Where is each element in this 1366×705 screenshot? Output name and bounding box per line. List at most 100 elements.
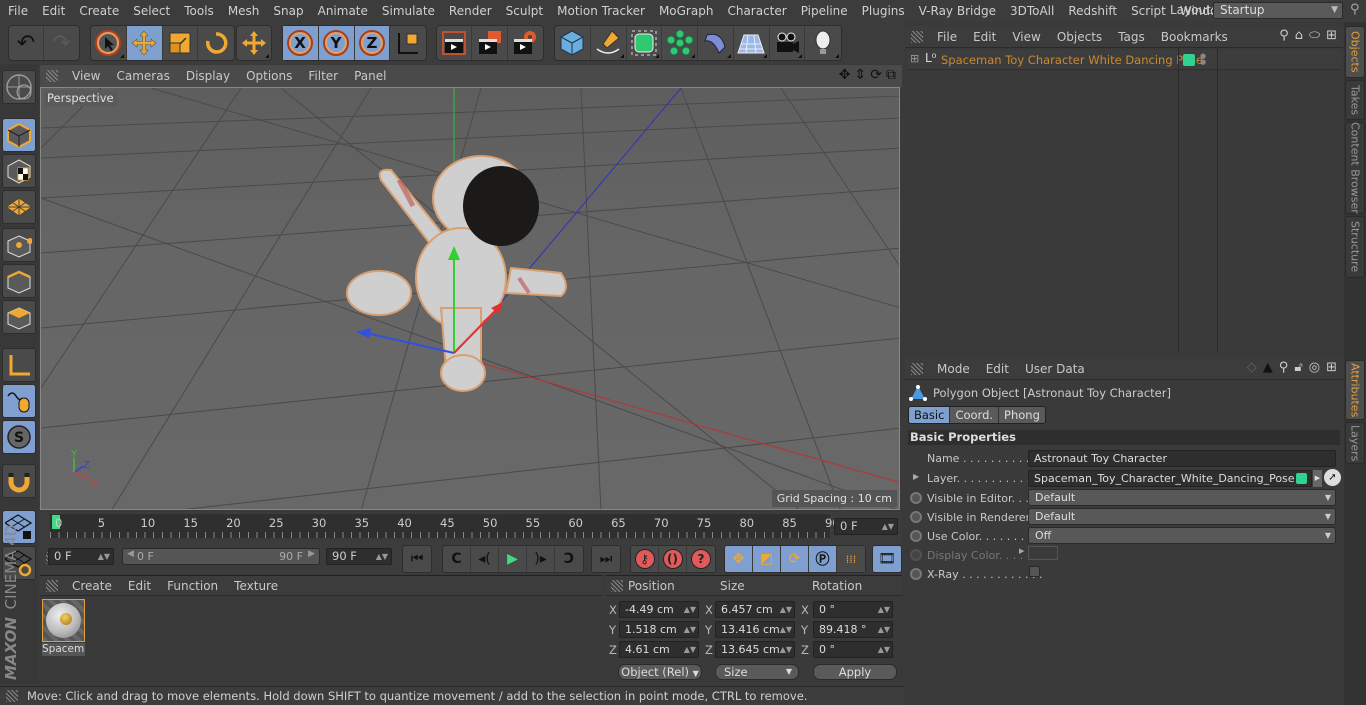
animate-radio-icon[interactable]	[910, 511, 922, 523]
undo-button[interactable]: ↶	[9, 26, 45, 60]
points-mode-button[interactable]	[2, 228, 36, 262]
attribute-menu-user-data[interactable]: User Data	[1017, 362, 1093, 376]
rotate-tool-button[interactable]	[198, 26, 234, 60]
up-arrow-icon[interactable]: ▲	[1263, 360, 1273, 375]
use-color-select[interactable]: Off ▼	[1028, 527, 1336, 544]
texture-mode-button[interactable]	[2, 154, 36, 188]
layer-menu-arrow-icon[interactable]: ▶	[1313, 470, 1322, 487]
back-nav-icon[interactable]: ◇	[1247, 360, 1257, 375]
size-x-field[interactable]: 6.457 cm ▲▼	[715, 601, 795, 618]
snapping-button[interactable]: S	[2, 420, 36, 454]
material-name[interactable]: Spaceman	[42, 643, 85, 656]
panel-grip-icon[interactable]	[611, 580, 623, 592]
menu-simulate[interactable]: Simulate	[375, 4, 442, 18]
frame-range-slider[interactable]: ◀ 0 F 90 F ▶	[122, 548, 320, 565]
spinner-icon[interactable]: ▲▼	[376, 549, 388, 564]
column-divider[interactable]	[1217, 48, 1218, 352]
3d-viewport[interactable]: Y Z X Perspective Grid Spacing : 10 cm	[40, 87, 900, 510]
tab-coord[interactable]: Coord.	[950, 407, 1000, 423]
menu-create[interactable]: Create	[72, 4, 126, 18]
pen-button[interactable]	[591, 26, 627, 60]
render-view-button[interactable]	[437, 26, 473, 60]
object-menu-objects[interactable]: Objects	[1049, 30, 1110, 44]
range-right-arrow-icon[interactable]: ▶	[308, 549, 315, 559]
menu-mesh[interactable]: Mesh	[221, 4, 267, 18]
spinner-icon[interactable]: ▲▼	[684, 622, 696, 637]
material-menu-function[interactable]: Function	[159, 579, 226, 593]
menu-sculpt[interactable]: Sculpt	[499, 4, 550, 18]
size-mode-select[interactable]: Size ▼	[715, 664, 799, 680]
menu-animate[interactable]: Animate	[311, 4, 375, 18]
prev-keyframe-button[interactable]: C	[443, 546, 471, 572]
animate-radio-icon[interactable]	[910, 492, 922, 504]
cube-button[interactable]	[555, 26, 591, 60]
new-window-icon[interactable]: ⊞	[1326, 28, 1337, 43]
material-menu-edit[interactable]: Edit	[120, 579, 159, 593]
menu-script[interactable]: Script	[1124, 4, 1173, 18]
search-icon[interactable]: ⚲	[1279, 360, 1289, 375]
layout-select[interactable]: Startup ▼	[1213, 2, 1343, 19]
visibility-dots-icon[interactable]: ● ●	[1200, 53, 1206, 66]
rotation-x-field[interactable]: 0 ° ▲▼	[813, 601, 893, 618]
magnet-button[interactable]	[2, 464, 36, 498]
position-y-field[interactable]: 1.518 cm ▲▼	[619, 621, 699, 638]
expand-arrow-icon[interactable]: ▶	[913, 472, 919, 481]
panel-grip-icon[interactable]	[911, 362, 923, 375]
make-editable-button[interactable]	[2, 70, 36, 104]
timeline-window-button[interactable]: 🎞	[873, 546, 901, 572]
name-input[interactable]: Astronaut Toy Character	[1028, 450, 1336, 467]
rotation-key-button[interactable]: ⟳	[781, 546, 809, 572]
menu-file[interactable]: File	[0, 4, 35, 18]
cloner-button[interactable]	[662, 26, 698, 60]
start-frame-field[interactable]: 0 F ▲▼	[48, 548, 114, 565]
redo-button[interactable]: ↷	[44, 26, 79, 60]
subdivision-button[interactable]	[627, 26, 663, 60]
spinner-icon[interactable]: ▲▼	[780, 602, 792, 617]
object-menu-bookmarks[interactable]: Bookmarks	[1153, 30, 1236, 44]
scale-key-button[interactable]: ◩	[753, 546, 781, 572]
pick-layer-icon[interactable]: ➚	[1324, 469, 1341, 486]
layer-field[interactable]: Spaceman_Toy_Character_White_Dancing_Pos…	[1028, 470, 1312, 487]
new-window-icon[interactable]: ⊞	[1326, 360, 1337, 375]
recent-tool-button[interactable]	[237, 26, 271, 60]
tab-takes[interactable]: Takes	[1345, 80, 1365, 120]
viewport-menu-options[interactable]: Options	[238, 69, 300, 83]
object-menu-file[interactable]: File	[929, 30, 965, 44]
menu-mograph[interactable]: MoGraph	[652, 4, 721, 18]
object-menu-tags[interactable]: Tags	[1110, 30, 1153, 44]
range-left-arrow-icon[interactable]: ◀	[127, 549, 134, 559]
x-axis-button[interactable]: X	[283, 26, 319, 60]
y-axis-button[interactable]: Y	[318, 26, 355, 60]
keyframe-selection-button[interactable]: ?	[687, 546, 715, 572]
menu-character[interactable]: Character	[720, 4, 793, 18]
model-mode-button[interactable]	[2, 118, 36, 152]
object-menu-view[interactable]: View	[1004, 30, 1048, 44]
menu-tools[interactable]: Tools	[177, 4, 221, 18]
z-axis-button[interactable]: Z	[354, 26, 391, 60]
menu-pipeline[interactable]: Pipeline	[794, 4, 855, 18]
expand-icon[interactable]: ⊞	[910, 52, 919, 65]
next-frame-button[interactable]: )▸	[527, 546, 555, 572]
panel-grip-icon[interactable]	[46, 70, 58, 82]
viewport-menu-filter[interactable]: Filter	[300, 69, 346, 83]
zoom-view-icon[interactable]: ⇕	[855, 67, 867, 83]
menu-select[interactable]: Select	[126, 4, 177, 18]
render-picture-viewer-button[interactable]	[472, 26, 508, 60]
layer-color-swatch[interactable]	[1183, 54, 1195, 66]
astronaut-model[interactable]	[346, 155, 567, 392]
render-settings-button[interactable]	[508, 26, 543, 60]
camera-label[interactable]: Perspective	[44, 90, 117, 106]
search-icon[interactable]: ⚲	[1279, 28, 1289, 43]
position-z-field[interactable]: 4.61 cm ▲▼	[619, 641, 699, 658]
spinner-icon[interactable]: ▲▼	[780, 642, 792, 657]
menu-render[interactable]: Render	[442, 4, 499, 18]
goto-end-button[interactable]: ⏭	[592, 546, 620, 572]
tab-objects[interactable]: Objects	[1345, 26, 1365, 78]
tab-attributes[interactable]: Attributes	[1345, 360, 1365, 420]
viewport-menu-display[interactable]: Display	[178, 69, 238, 83]
spinner-icon[interactable]: ▲▼	[878, 622, 890, 637]
record-keys-button[interactable]: ⚷	[631, 546, 659, 572]
floor-button[interactable]	[734, 26, 770, 60]
visible-editor-select[interactable]: Default ▼	[1028, 489, 1336, 506]
menu-snap[interactable]: Snap	[266, 4, 310, 18]
